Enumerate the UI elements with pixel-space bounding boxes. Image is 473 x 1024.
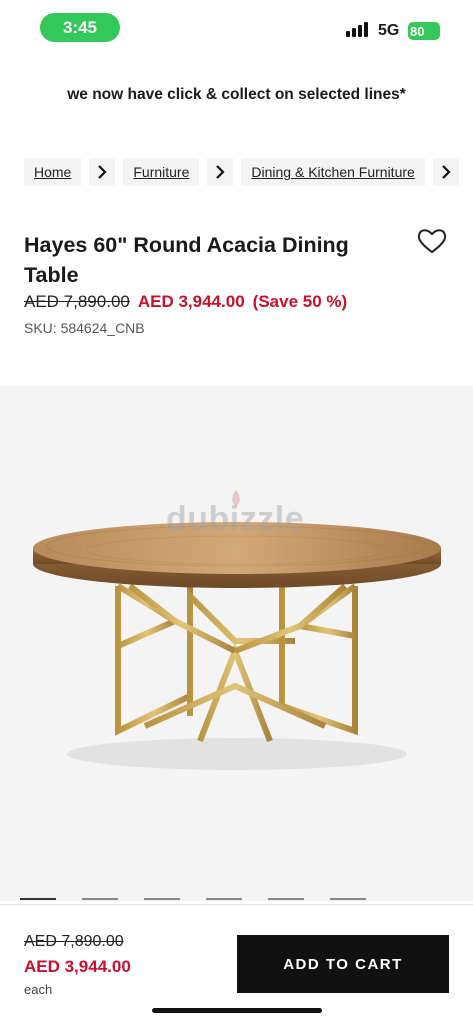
bottom-sale-price: AED 3,944.00 (24, 957, 131, 976)
sticky-cart-bar: AED 7,890.00 AED 3,944.00 each ADD TO CA… (0, 904, 473, 1024)
breadcrumb-home[interactable]: Home (24, 158, 82, 186)
table-illustration (33, 490, 441, 770)
sku-label: SKU: 584624_CNB (24, 320, 145, 336)
sale-price: AED 3,944.00 (137, 292, 245, 311)
status-bar: 3:45 5G 80 (0, 0, 473, 58)
signal-icon (346, 22, 368, 37)
battery-level: 80 (410, 23, 425, 39)
status-time: 3:45 (40, 13, 120, 42)
chevron-right-icon (432, 158, 459, 186)
price-unit-label: each (24, 982, 53, 997)
watermark-text: dubizzle (166, 500, 305, 538)
wishlist-heart-icon[interactable] (417, 227, 447, 255)
chevron-right-icon (89, 158, 116, 186)
bottom-original-price: AED 7,890.00 (24, 933, 124, 950)
breadcrumb-dining-kitchen[interactable]: Dining & Kitchen Furniture (241, 158, 425, 186)
product-image[interactable] (0, 386, 473, 901)
add-to-cart-button[interactable]: ADD TO CART (237, 935, 449, 993)
home-indicator[interactable] (152, 1008, 322, 1013)
breadcrumb: Home Furniture Dining & Kitchen Furnitur… (24, 158, 459, 186)
product-title: Hayes 60" Round Acacia Dining Table (24, 233, 349, 287)
network-label: 5G (378, 22, 400, 39)
discount-label: (Save 50 %) (252, 292, 348, 311)
breadcrumb-furniture[interactable]: Furniture (123, 158, 200, 186)
original-price: AED 7,890.00 (24, 292, 130, 311)
chevron-right-icon (207, 158, 234, 186)
announcement-banner: we now have click & collect on selected … (67, 86, 406, 103)
price-row: AED 7,890.00 AED 3,944.00 (Save 50 %) (24, 292, 347, 312)
battery-icon: 80 (408, 22, 440, 40)
